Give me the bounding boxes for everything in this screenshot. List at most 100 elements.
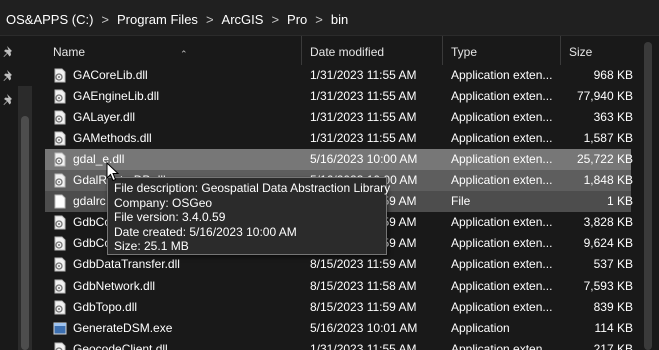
pin-icon[interactable] xyxy=(2,69,16,83)
nav-scrollbar[interactable] xyxy=(18,86,32,350)
pin-icon[interactable] xyxy=(2,45,16,59)
dll-icon xyxy=(54,300,66,315)
file-date: 8/15/2023 11:59 AM xyxy=(310,257,417,272)
dll-icon xyxy=(54,110,66,125)
dll-icon xyxy=(54,236,66,251)
file-size: 114 KB xyxy=(594,320,633,335)
file-type: Application exten... xyxy=(451,257,553,272)
tooltip-company: Company: OSGeo xyxy=(114,195,213,210)
file-name: GACoreLib.dll xyxy=(73,67,148,82)
file-name: GALayer.dll xyxy=(73,109,136,124)
breadcrumb-separator-icon[interactable]: > xyxy=(97,12,113,27)
dll-icon xyxy=(54,152,66,167)
mouse-cursor-icon xyxy=(106,162,120,182)
file-type: Application exten... xyxy=(451,130,553,145)
file-row[interactable]: GdbDataTransfer.dll 8/15/2023 11:59 AM App… xyxy=(45,254,633,275)
file-type: Application exten... xyxy=(451,109,553,124)
nav-scrollbar-thumb[interactable] xyxy=(21,116,29,350)
file-date: 5/16/2023 10:00 AM xyxy=(310,151,418,166)
file-name: GeocodeClient.dll xyxy=(73,341,168,350)
dll-icon xyxy=(54,342,66,350)
column-header-name-label: Name xyxy=(53,45,86,59)
file-date: 1/31/2023 11:55 AM xyxy=(310,341,417,350)
column-header-name[interactable]: Name ⌃ xyxy=(45,36,301,65)
file-date: 8/15/2023 11:59 AM xyxy=(310,299,417,314)
breadcrumb-program-files[interactable]: Program Files xyxy=(113,12,202,27)
breadcrumb-separator-icon[interactable]: > xyxy=(267,12,283,27)
file-size: 25,722 KB xyxy=(576,151,633,166)
file-name: GenerateDSM.exe xyxy=(73,320,173,335)
file-type: Application exten... xyxy=(451,173,553,187)
file-date: 1/31/2023 11:55 AM xyxy=(310,67,417,82)
file-date: 1/31/2023 11:55 AM xyxy=(310,88,417,103)
file-row[interactable]: GAMethods.dll 1/31/2023 11:55 AM Applicati… xyxy=(45,128,633,149)
file-type: Application exten... xyxy=(451,236,553,251)
file-size: 3,828 KB xyxy=(583,215,633,230)
file-name: GAEngineLib.dll xyxy=(73,88,160,103)
file-name: GdbNetwork.dll xyxy=(73,278,156,293)
file-type: Application exten... xyxy=(451,341,553,350)
file-row[interactable]: GenerateDSM.exe 5/16/2023 10:01 AM Applica… xyxy=(45,318,633,339)
dll-icon xyxy=(54,173,66,188)
file-row[interactable]: GeocodeClient.dll 1/31/2023 11:55 AM Appli… xyxy=(45,339,633,350)
breadcrumb-separator-icon[interactable]: > xyxy=(311,12,327,27)
file-row[interactable]: GdbTopo.dll 8/15/2023 11:59 AM Application… xyxy=(45,297,633,318)
file-name: GAMethods.dll xyxy=(73,130,152,145)
file-type: Application exten... xyxy=(451,299,553,314)
file-type: Application exten... xyxy=(451,67,553,82)
file-size: 839 KB xyxy=(593,299,633,314)
file-type: Application exten... xyxy=(451,278,553,293)
tooltip-description: File description: Geospatial Data Abstra… xyxy=(114,181,391,195)
breadcrumb-pro[interactable]: Pro xyxy=(283,12,311,27)
dll-icon xyxy=(54,131,66,146)
tooltip-size: Size: 25.1 MB xyxy=(114,239,189,253)
breadcrumb-arcgis[interactable]: ArcGIS xyxy=(218,12,268,27)
file-date: 1/31/2023 11:55 AM xyxy=(310,130,417,145)
file-type: Application xyxy=(451,320,510,335)
file-size: 363 KB xyxy=(593,109,633,124)
file-size: 9,624 KB xyxy=(583,236,633,251)
dll-icon xyxy=(54,279,66,293)
dll-icon xyxy=(54,89,66,104)
breadcrumb-separator-icon[interactable]: > xyxy=(202,12,218,27)
file-type: Application exten... xyxy=(451,151,553,166)
file-size: 968 KB xyxy=(593,67,633,82)
file-size: 1,848 KB xyxy=(583,173,633,187)
address-bar[interactable]: OS&APPS (C:) > Program Files > ArcGIS > … xyxy=(0,0,659,36)
column-header-row: Name ⌃ Date modified Type Size xyxy=(38,36,659,65)
file-row[interactable]: GALayer.dll 1/31/2023 11:55 AM Application… xyxy=(45,107,633,128)
file-row[interactable]: GAEngineLib.dll 1/31/2023 11:55 AM Applica… xyxy=(45,86,633,107)
dll-icon xyxy=(54,215,66,230)
breadcrumb-drive[interactable]: OS&APPS (C:) xyxy=(0,12,97,27)
file-date: 1/31/2023 11:55 AM xyxy=(310,109,417,124)
file-type: Application exten... xyxy=(451,215,553,230)
file-icon xyxy=(54,194,66,209)
tooltip-version: File version: 3.4.0.59 xyxy=(114,210,226,224)
column-header-type[interactable]: Type xyxy=(442,36,560,65)
column-header-date[interactable]: Date modified xyxy=(301,36,442,65)
file-row[interactable]: GACoreLib.dll 1/31/2023 11:55 AM Applicati… xyxy=(45,65,633,86)
file-size: 1 KB xyxy=(606,194,633,209)
file-date: 8/15/2023 11:58 AM xyxy=(310,278,417,293)
file-size: 7,593 KB xyxy=(583,278,633,293)
file-name: GdbDataTransfer.dll xyxy=(73,257,180,272)
dll-icon xyxy=(54,257,66,272)
file-list-scrollbar[interactable] xyxy=(637,36,659,350)
breadcrumb: OS&APPS (C:) > Program Files > ArcGIS > … xyxy=(0,8,352,30)
exe-icon xyxy=(53,322,67,335)
file-row[interactable]: GdbNetwork.dll 8/15/2023 11:58 AM Applicat… xyxy=(45,276,633,297)
breadcrumb-bin[interactable]: bin xyxy=(327,12,352,27)
file-row[interactable]: gdal_e.dll 5/16/2023 10:00 AM Application … xyxy=(45,148,633,170)
dll-icon xyxy=(54,68,66,82)
file-type: Application exten... xyxy=(451,88,553,103)
file-size: 217 KB xyxy=(593,341,633,350)
file-date: 5/16/2023 10:01 AM xyxy=(310,320,418,335)
navigation-pane xyxy=(0,36,38,350)
file-type: File xyxy=(451,194,471,209)
file-list-scrollbar-thumb[interactable] xyxy=(644,42,652,350)
pin-icon[interactable] xyxy=(2,93,16,107)
file-size: 1,587 KB xyxy=(583,130,633,145)
file-size: 537 KB xyxy=(593,257,633,272)
file-name: GdbTopo.dll xyxy=(73,299,138,314)
file-info-tooltip: File description: Geospatial Data Abstra… xyxy=(107,177,391,255)
